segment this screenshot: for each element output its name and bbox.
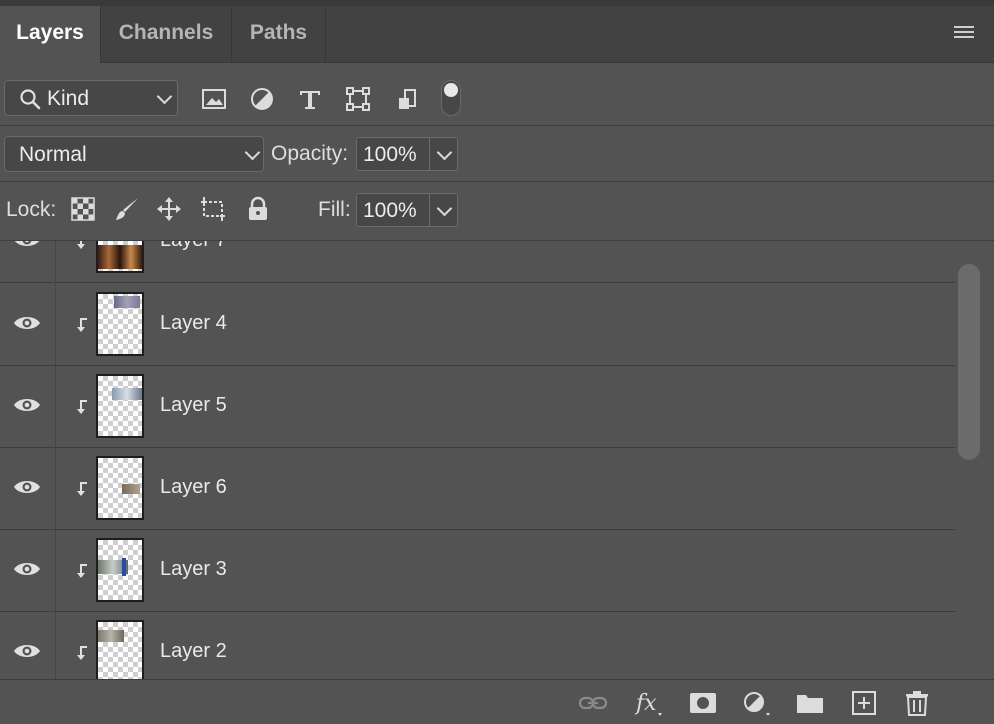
shape-filter-icon[interactable] [345,86,371,112]
blend-mode-select[interactable]: Normal [4,136,264,172]
tab-channels[interactable]: Channels [101,6,232,62]
bottom-toolbar [0,679,994,724]
adjustment-layer-icon[interactable] [742,689,772,717]
layer-thumbnail [96,456,144,520]
visibility-eye-icon[interactable] [13,560,41,578]
layer-row[interactable]: Layer 2 [0,612,955,679]
lock-all-icon[interactable] [245,196,271,222]
new-layer-icon[interactable] [849,689,879,717]
lock-position-icon[interactable] [156,196,182,222]
layer-name[interactable]: Layer 3 [160,558,227,581]
scrollbar-thumb[interactable] [958,264,980,460]
lock-transparent-pixels-icon[interactable] [70,196,96,222]
filter-toggle[interactable] [441,80,461,116]
tab-layers[interactable]: Layers [0,6,101,63]
svg-text:fx: fx [634,691,657,716]
visibility-eye-icon[interactable] [13,314,41,332]
opacity-field[interactable]: 100% [356,137,458,171]
delete-icon[interactable] [902,689,932,717]
visibility-eye-icon[interactable] [13,642,41,660]
fill-label: Fill: [318,198,351,221]
layer-name[interactable]: Layer 5 [160,394,227,417]
layer-row[interactable]: Layer 7 [0,241,955,283]
layer-row[interactable]: Layer 5 [0,366,955,448]
visibility-eye-icon[interactable] [13,478,41,496]
fill-value[interactable]: 100% [363,199,417,223]
layer-thumbnail [96,374,144,438]
add-mask-icon[interactable] [688,689,718,717]
layer-thumbnail [96,292,144,356]
kind-filter-select[interactable]: Kind [4,80,178,116]
layer-name[interactable]: Layer 2 [160,640,227,663]
image-filter-icon[interactable] [201,86,227,112]
search-icon [20,89,41,110]
layer-thumbnail [96,241,144,273]
hamburger-menu-icon[interactable] [954,26,974,42]
layers-list: Layer 7 Layer 4 [0,241,955,679]
type-filter-icon[interactable] [297,86,323,112]
layer-thumbnail [96,538,144,602]
clipping-arrow-icon [77,646,87,660]
lock-row [0,182,994,241]
lock-artboard-icon[interactable] [200,196,226,222]
layer-name[interactable]: Layer 6 [160,476,227,499]
lock-image-pixels-icon[interactable] [114,196,140,222]
clipping-arrow-icon [77,482,87,496]
fx-icon[interactable]: fx [634,689,664,717]
clipping-arrow-icon [77,400,87,414]
panel-tab-bar: Layers Channels Paths [0,6,994,63]
chevron-down-icon [244,144,261,161]
link-layers-icon[interactable] [578,689,608,717]
fill-field[interactable]: 100% [356,193,458,227]
layer-name[interactable]: Layer 7 [160,241,227,252]
new-group-icon[interactable] [795,689,825,717]
layer-thumbnail [96,620,144,679]
chevron-down-icon [156,88,173,105]
chevron-down-icon[interactable] [436,144,453,161]
lock-label: Lock: [6,198,57,221]
layer-row[interactable]: Layer 3 [0,530,955,612]
clipping-arrow-icon [77,564,87,578]
visibility-eye-icon[interactable] [13,241,41,249]
tab-paths[interactable]: Paths [232,6,326,62]
clipping-arrow-icon [77,241,85,249]
layer-name[interactable]: Layer 4 [160,312,227,335]
chevron-down-icon[interactable] [436,200,453,217]
opacity-label: Opacity: [271,142,349,165]
smart-object-filter-icon[interactable] [395,86,421,112]
blend-mode-value: Normal [19,143,87,166]
visibility-eye-icon[interactable] [13,396,41,414]
clipping-arrow-icon [77,318,87,332]
layer-row[interactable]: Layer 6 [0,448,955,530]
adjustment-filter-icon[interactable] [249,86,275,112]
opacity-value[interactable]: 100% [363,143,417,167]
kind-label: Kind [47,87,90,110]
layer-row[interactable]: Layer 4 [0,284,955,366]
